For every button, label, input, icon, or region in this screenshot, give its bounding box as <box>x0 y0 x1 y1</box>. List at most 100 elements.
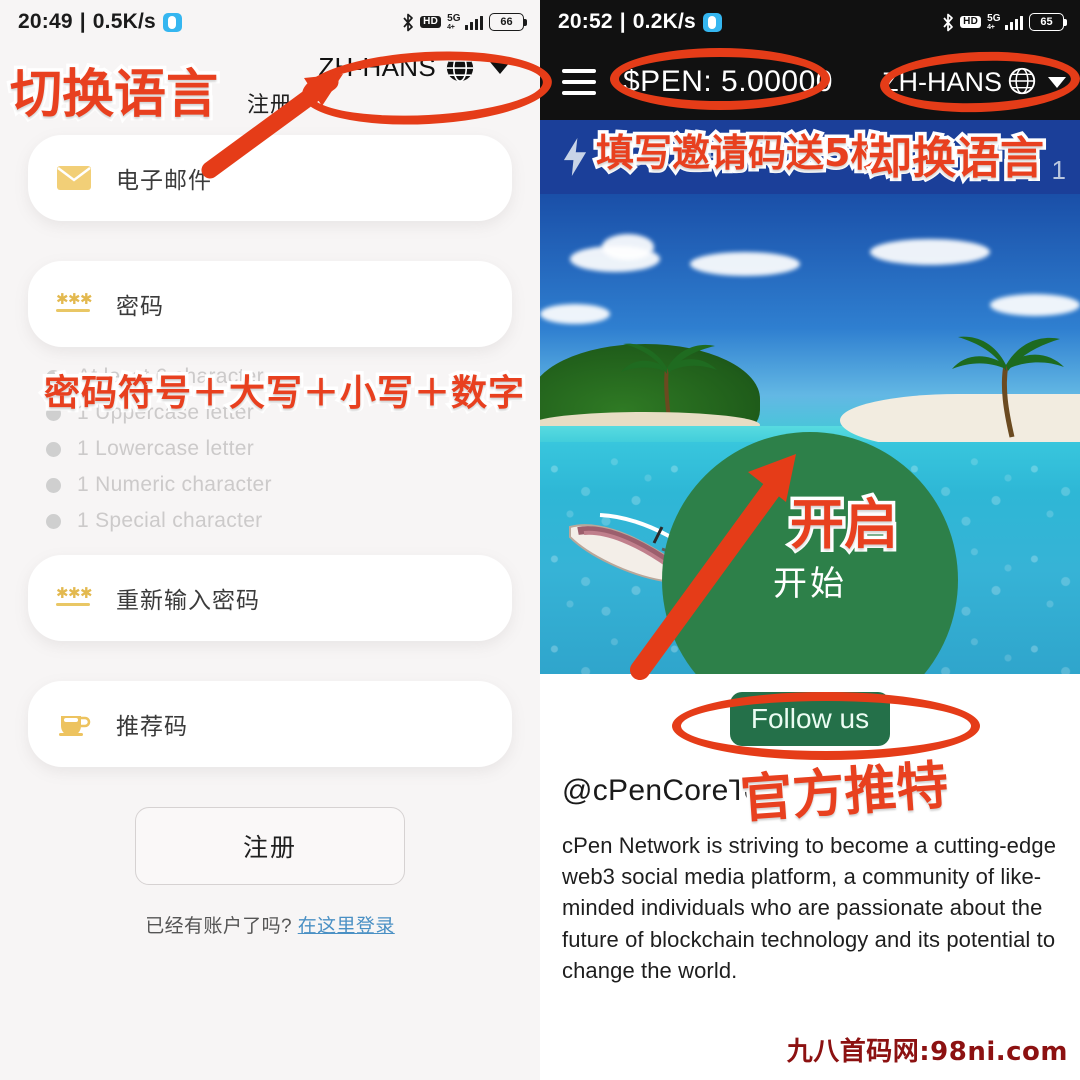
chevron-down-icon[interactable] <box>1047 76 1066 88</box>
cloud-shape <box>870 239 990 265</box>
hd-icon: HD <box>420 15 442 29</box>
screenshot-stage: 20:49 | 0.5K/s HD 5G 4+ 66 ZH-HANS 注册 电子… <box>0 0 1080 1080</box>
site-watermark: 九八首码网:98ni.com <box>786 1037 1068 1067</box>
password-rule-item: 1 Uppercase letter <box>46 401 512 425</box>
lightning-bolt-icon <box>562 138 588 176</box>
email-placeholder: 电子邮件 <box>116 167 212 193</box>
svg-text:✱: ✱ <box>68 291 81 308</box>
status-right-group: HD 5G 4+ 65 <box>942 12 1067 32</box>
envelope-icon <box>54 165 94 191</box>
network-type-icon: 5G 4+ <box>987 12 1001 31</box>
svg-text:✱: ✱ <box>80 585 92 602</box>
password-asterisks-icon: ✱ ✱ ✱ <box>54 291 94 317</box>
password-rule-item: 1 Numeric character <box>46 473 512 497</box>
status-separator: | <box>619 10 626 33</box>
cloud-shape <box>990 294 1080 316</box>
register-submit-button[interactable]: 注册 <box>135 807 405 885</box>
left-status-bar: 20:49 | 0.5K/s HD 5G 4+ 66 <box>0 0 540 44</box>
twitter-handle[interactable]: @cPenCoreTe <box>562 774 1058 808</box>
status-separator: | <box>79 10 86 33</box>
status-right-group: HD 5G 4+ 66 <box>402 12 527 32</box>
rule-bullet-icon <box>46 513 61 529</box>
svg-text:✱: ✱ <box>56 291 69 308</box>
right-status-bar: 20:52 | 0.2K/s HD 5G 4+ 65 <box>540 0 1080 44</box>
cloud-shape <box>540 304 610 324</box>
submit-row: 注册 <box>28 807 512 885</box>
cloud-shape <box>602 234 654 260</box>
svg-text:✱: ✱ <box>80 291 92 308</box>
rule-label: 1 Special character <box>77 509 263 532</box>
network-type-label: 5G <box>987 12 1001 24</box>
rate-secondary-value: 1 <box>1051 155 1066 185</box>
hero-beach-image: 开始 <box>540 194 1080 674</box>
rule-label: 1 Uppercase letter <box>77 401 254 424</box>
language-selector[interactable]: ZH-HANS <box>882 67 1066 98</box>
app-top-bar: $PEN: 5.00000 ZH-HANS <box>540 44 1080 120</box>
follow-section: Follow us @cPenCoreTe cPen Network is st… <box>540 674 1080 994</box>
rule-label: 1 Numeric character <box>77 473 272 496</box>
follow-us-button[interactable]: Follow us <box>730 692 890 746</box>
svg-text:✱: ✱ <box>56 585 69 602</box>
login-prompt-row: 已经有账户了吗? 在这里登录 <box>28 911 512 938</box>
bluetooth-icon <box>942 13 954 32</box>
network-subtype-label: 4+ <box>447 23 455 31</box>
app-badge-icon <box>162 12 182 32</box>
password-confirm-field[interactable]: ✱ ✱ ✱ 重新输入密码 <box>28 555 512 641</box>
password-rule-item: 1 Special character <box>46 509 512 533</box>
hamburger-menu-icon[interactable] <box>562 69 596 95</box>
referral-code-field[interactable]: 推荐码 <box>28 681 512 767</box>
palm-tree-icon <box>952 336 1064 438</box>
network-type-label: 5G <box>447 12 461 24</box>
rule-bullet-icon <box>46 369 61 385</box>
password-asterisks-icon: ✱ ✱ ✱ <box>54 585 94 611</box>
page-title: 注册 <box>246 92 293 117</box>
hd-icon: HD <box>960 15 982 29</box>
login-link[interactable]: 在这里登录 <box>298 916 395 937</box>
svg-text:✱: ✱ <box>68 585 81 602</box>
battery-icon: 65 <box>1029 13 1067 31</box>
network-type-icon: 5G 4+ <box>447 12 461 31</box>
password-rules-list: At least 6 character 1 Uppercase letter … <box>28 365 512 533</box>
email-field[interactable]: 电子邮件 <box>28 135 512 221</box>
right-phone-screen: 20:52 | 0.2K/s HD 5G 4+ 65 $PEN: 5.00000… <box>540 0 1080 1080</box>
login-prompt-text: 已经有账户了吗? <box>145 916 293 937</box>
rule-bullet-icon <box>46 441 61 457</box>
rule-label: At least 6 character <box>77 365 264 388</box>
globe-icon <box>445 53 475 83</box>
language-label: ZH-HANS <box>881 66 1002 97</box>
password-placeholder: 密码 <box>116 293 164 319</box>
status-left-group: 20:52 | 0.2K/s <box>558 10 722 34</box>
start-button-label: 开始 <box>773 564 847 603</box>
register-form: 电子邮件 ✱ ✱ ✱ 密码 At least 6 character 1 Upper… <box>0 119 540 938</box>
rule-bullet-icon <box>46 405 61 421</box>
status-netspeed: 0.5K/s <box>92 10 156 33</box>
rule-label: 1 Lowercase letter <box>77 437 254 460</box>
mining-rate-bar: 0.000 $PEN/h 1 <box>540 120 1080 194</box>
rule-bullet-icon <box>46 477 61 493</box>
mining-rate-value: 0.000 $PEN/h <box>602 140 795 173</box>
pen-balance: $PEN: 5.00000 <box>623 65 833 98</box>
password-confirm-placeholder: 重新输入密码 <box>116 587 260 613</box>
status-left-group: 20:49 | 0.5K/s <box>18 10 182 34</box>
language-selector[interactable]: ZH-HANS <box>318 52 510 83</box>
left-language-row: ZH-HANS <box>0 44 540 83</box>
app-badge-icon <box>702 12 722 32</box>
password-rule-item: 1 Lowercase letter <box>46 437 512 461</box>
bluetooth-icon <box>402 13 414 32</box>
globe-icon <box>1008 67 1038 97</box>
signal-bars-icon <box>1004 14 1023 30</box>
cloud-shape <box>690 252 800 276</box>
status-time: 20:49 <box>18 10 73 33</box>
referral-code-placeholder: 推荐码 <box>116 713 188 739</box>
signal-bars-icon <box>464 14 483 30</box>
status-time: 20:52 <box>558 10 613 33</box>
battery-icon: 66 <box>489 13 527 31</box>
left-phone-screen: 20:49 | 0.5K/s HD 5G 4+ 66 ZH-HANS 注册 电子… <box>0 0 540 1080</box>
status-netspeed: 0.2K/s <box>632 10 696 33</box>
chevron-down-icon[interactable] <box>490 61 510 74</box>
language-label: ZH-HANS <box>318 52 436 82</box>
coffee-cup-icon <box>54 710 94 738</box>
password-field[interactable]: ✱ ✱ ✱ 密码 <box>28 261 512 347</box>
password-rule-item: At least 6 character <box>46 365 512 389</box>
about-description: cPen Network is striving to become a cut… <box>562 833 1057 983</box>
